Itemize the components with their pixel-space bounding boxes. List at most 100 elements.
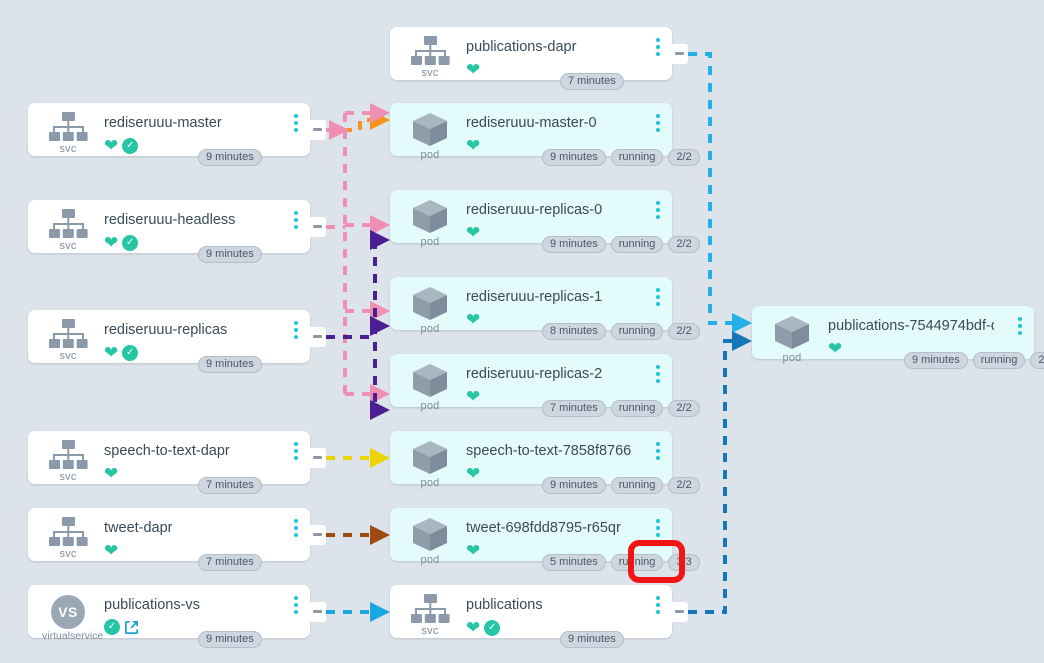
status-chip: running: [610, 477, 664, 494]
node-title: rediseruuu-headless: [104, 212, 236, 228]
check-circle-icon: ✓: [122, 137, 139, 154]
collapse-minus-icon[interactable]: [308, 216, 326, 237]
heart-health-icon: ❤: [104, 136, 119, 155]
heart-health-icon: ❤: [466, 223, 481, 242]
heart-health-icon: ❤: [466, 464, 481, 483]
topology-graph-canvas[interactable]: svc publications-dapr ❤ 7 minutes svc rediser…: [0, 0, 1044, 663]
node-health-badges: ✓: [104, 619, 139, 635]
node-icon: svc: [42, 517, 94, 560]
node-title: publications-7544974bdf-qbf4j: [828, 318, 994, 334]
collapse-minus-icon[interactable]: [670, 43, 688, 64]
graph-node-publications-dapr[interactable]: svc publications-dapr ❤: [390, 27, 688, 80]
node-health-badges: ❤: [466, 61, 480, 78]
node-title: tweet-698fdd8795-r65qr: [466, 520, 621, 536]
kebab-menu-icon[interactable]: [294, 114, 298, 132]
heart-health-icon: ❤: [466, 136, 481, 155]
heart-health-icon: ❤: [466, 60, 481, 79]
node-title: speech-to-text-dapr: [104, 443, 230, 459]
node-icon: svc: [404, 594, 456, 637]
node-status-chips: 7 minutes: [198, 477, 262, 494]
edge-rediseruuu-master-to-master-0: [326, 110, 390, 132]
graph-node-rediseruuu-replicas[interactable]: svc rediseruuu-replicas ❤ ✓: [28, 310, 326, 363]
status-chip: 9 minutes: [198, 149, 262, 166]
heart-health-icon: ❤: [466, 310, 481, 329]
node-icon: svc: [42, 209, 94, 252]
kebab-menu-icon[interactable]: [656, 442, 660, 460]
kebab-menu-icon[interactable]: [294, 596, 298, 614]
graph-node-tweet-dapr[interactable]: svc tweet-dapr ❤: [28, 508, 326, 561]
kebab-menu-icon[interactable]: [656, 519, 660, 537]
edge-publications-dapr-to-pod: [688, 52, 752, 333]
heart-health-icon: ❤: [466, 541, 481, 560]
kebab-menu-icon[interactable]: [656, 201, 660, 219]
node-icon: svc: [42, 440, 94, 483]
status-chip: 7 minutes: [560, 73, 624, 90]
kebab-menu-icon[interactable]: [656, 114, 660, 132]
node-kind-label: pod: [420, 554, 440, 566]
node-kind-label: svc: [421, 67, 439, 79]
node-status-chips: 9 minutesrunning2/2: [542, 149, 700, 166]
graph-node-publications[interactable]: svc publications ❤ ✓: [390, 585, 688, 638]
node-health-badges: ❤: [466, 465, 480, 482]
kebab-menu-icon[interactable]: [294, 442, 298, 460]
status-chip: 9 minutes: [198, 356, 262, 373]
status-chip: running: [610, 400, 664, 417]
status-chip: 2/2: [1030, 352, 1044, 369]
pod-cube-icon: [404, 112, 456, 148]
node-icon: pod: [404, 286, 456, 335]
status-chip: 7 minutes: [198, 477, 262, 494]
kebab-menu-icon[interactable]: [294, 519, 298, 537]
heart-health-icon: ❤: [104, 464, 119, 483]
kebab-menu-icon[interactable]: [656, 288, 660, 306]
collapse-minus-icon[interactable]: [308, 326, 326, 347]
graph-node-speech-to-text-dapr[interactable]: svc speech-to-text-dapr ❤: [28, 431, 326, 484]
kebab-menu-icon[interactable]: [656, 38, 660, 56]
graph-node-rediseruuu-headless[interactable]: svc rediseruuu-headless ❤ ✓: [28, 200, 326, 253]
status-chip: 9 minutes: [904, 352, 968, 369]
kebab-menu-icon[interactable]: [294, 321, 298, 339]
kebab-menu-icon[interactable]: [656, 365, 660, 383]
node-icon: pod: [404, 440, 456, 489]
service-hierarchy-icon: [404, 594, 456, 624]
node-icon: svc: [404, 36, 456, 79]
graph-node-rediseruuu-master[interactable]: svc rediseruuu-master ❤ ✓: [28, 103, 326, 156]
service-hierarchy-icon: [42, 517, 94, 547]
node-status-chips: 9 minutes: [198, 149, 262, 166]
status-chip: 7 minutes: [542, 400, 606, 417]
status-chip: 2/2: [668, 149, 700, 166]
status-chip: running: [610, 323, 664, 340]
external-link-icon[interactable]: [124, 620, 139, 635]
collapse-minus-icon[interactable]: [308, 524, 326, 545]
collapse-minus-icon[interactable]: [308, 601, 326, 622]
service-hierarchy-icon: [42, 440, 94, 470]
node-icon: pod: [404, 517, 456, 566]
pod-cube-icon: [766, 315, 818, 351]
node-title: publications-vs: [104, 597, 200, 613]
service-hierarchy-icon: [42, 209, 94, 239]
pod-cube-icon: [404, 517, 456, 553]
node-status-chips: 8 minutes running 2/2: [542, 323, 700, 340]
kebab-menu-icon[interactable]: [1018, 317, 1022, 335]
node-icon: svc: [42, 319, 94, 362]
node-health-badges: ❤: [466, 542, 480, 559]
status-chip: running: [972, 352, 1026, 369]
collapse-minus-icon[interactable]: [308, 447, 326, 468]
node-title: rediseruuu-replicas: [104, 322, 228, 338]
kebab-menu-icon[interactable]: [294, 211, 298, 229]
heart-health-icon: ❤: [828, 339, 843, 358]
collapse-minus-icon[interactable]: [670, 601, 688, 622]
node-title: publications: [466, 597, 543, 613]
status-chip: 5 minutes: [542, 554, 606, 571]
node-kind-label: pod: [420, 149, 440, 161]
node-icon: pod: [404, 199, 456, 248]
node-health-badges: ❤: [466, 388, 480, 405]
node-health-badges: ❤ ✓: [104, 344, 139, 361]
collapse-minus-icon[interactable]: [308, 119, 326, 140]
node-kind-label: svc: [59, 471, 77, 483]
node-health-badges: ❤ ✓: [104, 234, 139, 251]
kebab-menu-icon[interactable]: [656, 596, 660, 614]
check-circle-icon: ✓: [122, 234, 139, 251]
status-chip: 9 minutes: [542, 236, 606, 253]
graph-node-publications-vs[interactable]: VS virtualservice publications-vs ✓: [28, 585, 326, 642]
node-title: rediseruuu-master-0: [466, 115, 597, 131]
